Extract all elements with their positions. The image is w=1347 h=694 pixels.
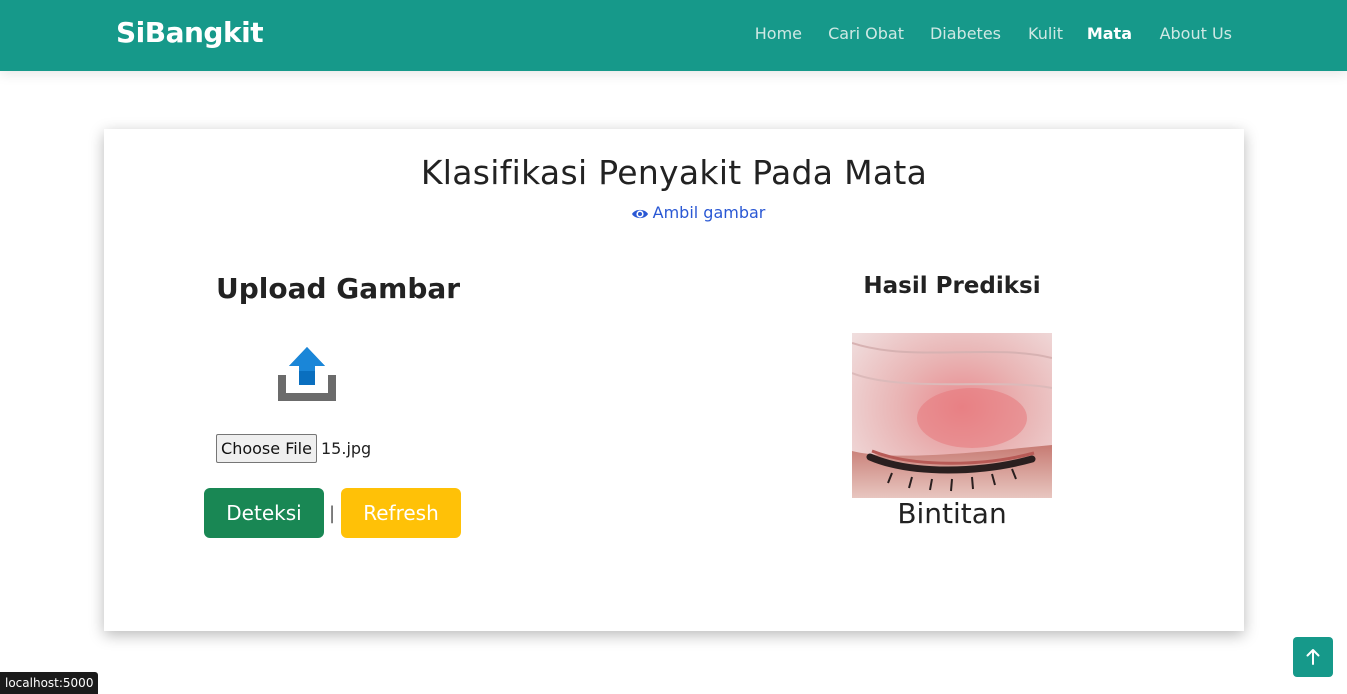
detect-button[interactable]: Deteksi <box>204 488 324 538</box>
page-title: Klasifikasi Penyakit Pada Mata <box>420 153 928 192</box>
brand-logo[interactable]: SiBangkit <box>116 16 264 49</box>
nav-item-kulit[interactable]: Kulit <box>1028 24 1063 43</box>
refresh-button[interactable]: Refresh <box>341 488 461 538</box>
take-picture-link[interactable]: Ambil gambar <box>104 203 1292 225</box>
arrow-up-icon <box>1293 649 1333 681</box>
nav-item-cari-obat[interactable]: Cari Obat <box>828 24 904 43</box>
navbar: SiBangkit Home Cari Obat Diabetes Kulit … <box>0 0 1347 71</box>
classification-card: Klasifikasi Penyakit Pada Mata Ambil gam… <box>104 129 1244 631</box>
selected-file-name: 15.jpg <box>321 439 372 458</box>
nav-item-diabetes[interactable]: Diabetes <box>930 24 1001 43</box>
status-bar-url: localhost:5000 <box>0 672 99 694</box>
upload-title: Upload Gambar <box>216 272 461 305</box>
choose-file-button[interactable]: Choose File <box>216 434 317 463</box>
back-to-top-button[interactable] <box>1293 637 1333 677</box>
eye-icon <box>631 206 649 225</box>
nav-item-mata[interactable]: Mata <box>1087 24 1132 43</box>
upload-icon <box>276 345 338 403</box>
button-separator: | <box>329 503 336 524</box>
prediction-label: Bintitan <box>897 497 1007 530</box>
nav-item-home[interactable]: Home <box>755 24 802 43</box>
result-title: Hasil Prediksi <box>863 273 1041 299</box>
nav-item-about-us[interactable]: About Us <box>1160 24 1232 43</box>
take-picture-label: Ambil gambar <box>652 203 766 222</box>
result-eye-image <box>852 333 1052 498</box>
